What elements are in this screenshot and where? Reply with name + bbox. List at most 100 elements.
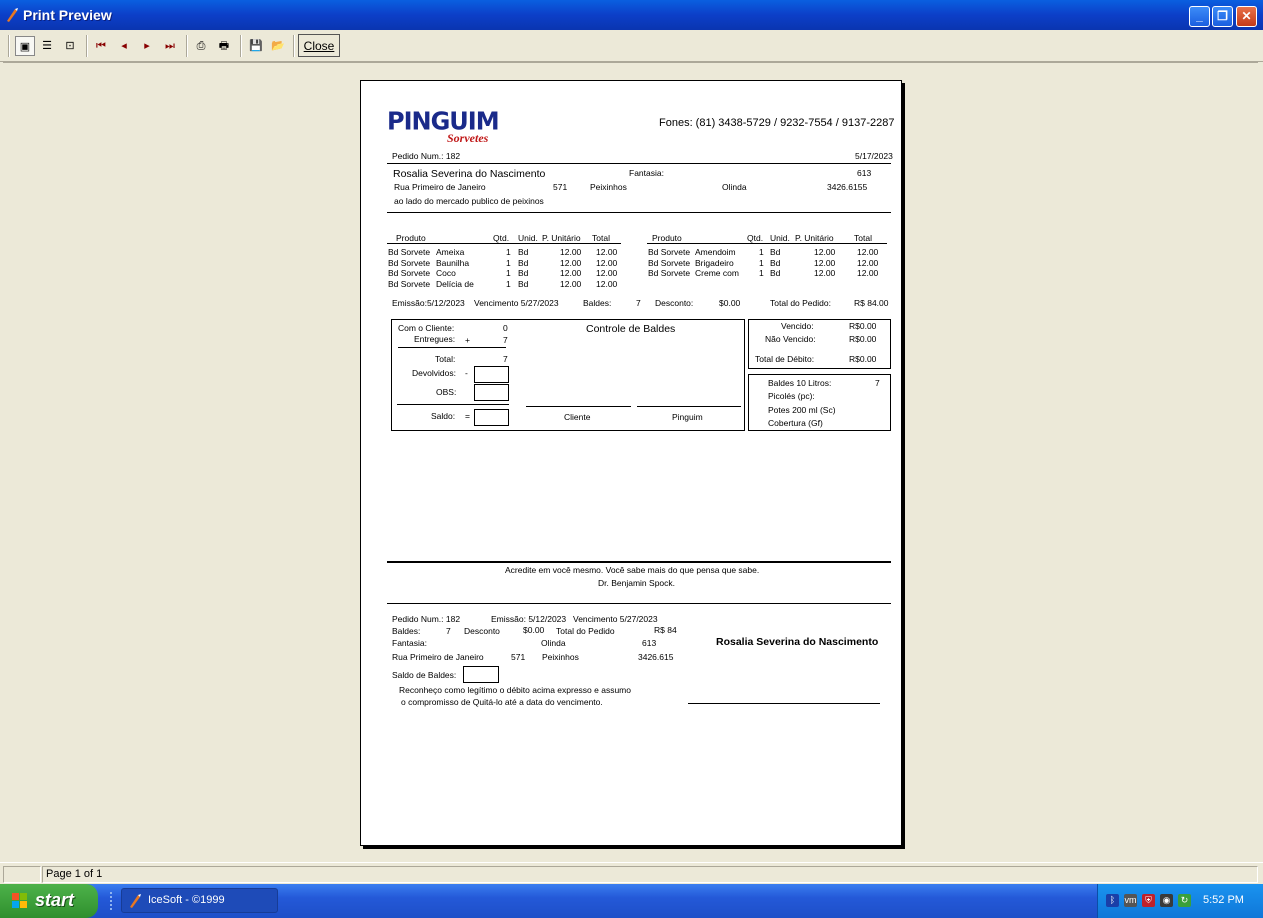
page-indicator: Page 1 of 1 <box>42 866 1258 883</box>
picoles-label: Picolés (pc): <box>768 391 815 401</box>
status-pane-blank <box>3 866 41 883</box>
cell-qtd: 1 <box>506 279 511 289</box>
print-setup-button[interactable]: ⎙ <box>191 36 211 56</box>
minimize-button[interactable]: _ <box>1189 6 1210 27</box>
quote-author: Dr. Benjamin Spock. <box>598 578 676 588</box>
total-debit-value: R$0.00 <box>849 354 877 364</box>
order-total-value: R$ 84.00 <box>854 298 889 308</box>
last-page-button[interactable]: ⏭ <box>160 36 180 56</box>
total-label: Total: <box>435 354 456 364</box>
next-page-button[interactable]: ▸ <box>137 36 157 56</box>
cell-punit: 12.00 <box>814 258 836 268</box>
col-qtd: Qtd. <box>747 233 764 243</box>
reference: ao lado do mercado publico de peixinos <box>394 196 544 206</box>
security-shield-icon[interactable]: ⛨ <box>1142 894 1155 907</box>
cell-flavor: Delícia de <box>436 279 474 289</box>
stub-baldes-value: 7 <box>446 626 451 636</box>
save-button[interactable]: 💾 <box>246 36 266 56</box>
logo-sub: Sorvetes <box>447 131 489 145</box>
stub-due: Vencimento 5/27/2023 <box>573 614 658 624</box>
plus-sign: + <box>465 335 470 345</box>
toolbar-grip <box>8 35 10 57</box>
cell-total: 12.00 <box>596 247 618 257</box>
table-row: Bd Sorvete Baunilha 1 Bd 12.00 12.00 <box>387 258 623 268</box>
client-signature-label: Cliente <box>564 412 591 422</box>
minus-sign: - <box>465 368 468 378</box>
col-punit: P. Unitário <box>795 233 834 243</box>
street-number: 571 <box>553 182 568 192</box>
start-button[interactable]: start <box>0 884 98 918</box>
whole-page-button[interactable]: ▣ <box>15 36 35 56</box>
system-tray: ᛒ vm ⛨ ◉ ↻ 5:52 PM <box>1097 884 1263 918</box>
cell-prod: Bd Sorvete <box>388 258 431 268</box>
table-row: Bd Sorvete Delícia de 1 Bd 12.00 12.00 <box>387 279 623 289</box>
client-signature-line <box>526 406 631 407</box>
cell-flavor: Baunilha <box>436 258 470 268</box>
restore-button[interactable]: ❐ <box>1212 6 1233 27</box>
stub-baldes-label: Baldes: <box>392 626 421 636</box>
open-button[interactable]: 📂 <box>268 36 288 56</box>
cell-qtd: 1 <box>759 258 764 268</box>
col-total: Total <box>854 233 872 243</box>
bluetooth-icon[interactable]: ᛒ <box>1106 894 1119 907</box>
zoom-icon: ⊡ <box>65 40 75 52</box>
divider <box>387 603 891 604</box>
floppy-disk-icon: 💾 <box>249 40 263 52</box>
cell-total: 12.00 <box>857 268 879 278</box>
baldes-10l-value: 7 <box>875 378 880 388</box>
close-window-button[interactable]: ✕ <box>1236 6 1257 27</box>
col-punit: P. Unitário <box>542 233 581 243</box>
obs-label: OBS: <box>436 387 457 397</box>
close-button[interactable]: Close <box>298 34 340 57</box>
vmware-icon[interactable]: vm <box>1124 894 1137 907</box>
cell-unid: Bd <box>518 268 529 278</box>
entregues-label: Entregues: <box>414 334 456 344</box>
taskbar-item-icesoft[interactable]: IceSoft - ©1999 <box>121 888 278 913</box>
stub-signature-line <box>688 703 880 704</box>
emission-date: Emissão:5/12/2023 <box>392 298 465 308</box>
print-preview-window: Print Preview _ ❐ ✕ ▣ ☰ ⊡ ⏮ ◂ ▸ ⏭ ⎙ 🖶 💾 … <box>0 0 1263 884</box>
first-page-icon: ⏮ <box>96 40 106 52</box>
restore-icon: ❐ <box>1217 9 1228 23</box>
clock: 5:52 PM <box>1203 894 1244 906</box>
update-icon[interactable]: ↻ <box>1178 894 1191 907</box>
potes-label: Potes 200 ml (Sc) <box>768 405 836 415</box>
saldo-label: Saldo: <box>431 411 456 421</box>
pinguim-signature-label: Pinguim <box>672 412 703 422</box>
cobertura-label: Cobertura (Gf) <box>768 418 823 428</box>
com-cliente-label: Com o Cliente: <box>398 323 455 333</box>
status-bar: Page 1 of 1 <box>0 862 1263 884</box>
total-value: 7 <box>503 354 508 364</box>
cell-punit: 12.00 <box>560 279 582 289</box>
cell-prod: Bd Sorvete <box>648 247 691 257</box>
customer-code: 613 <box>857 168 872 178</box>
first-page-button[interactable]: ⏮ <box>91 36 111 56</box>
previous-icon: ◂ <box>121 40 127 52</box>
saldo-field <box>474 409 509 426</box>
title-bar[interactable]: Print Preview _ ❐ ✕ <box>0 0 1263 30</box>
stub-discount-value: $0.00 <box>523 625 545 635</box>
customer-name: Rosalia Severina do Nascimento <box>393 168 546 180</box>
toolbar-separator <box>240 35 242 57</box>
cell-qtd: 1 <box>506 258 511 268</box>
stub-fantasia: Fantasia: <box>392 638 427 648</box>
nao-vencido-value: R$0.00 <box>849 334 877 344</box>
cell-flavor: Coco <box>436 268 456 278</box>
divider <box>647 243 887 244</box>
zoom-100-button[interactable]: ⊡ <box>60 36 80 56</box>
baldes-10l-label: Baldes 10 Litros: <box>768 378 832 388</box>
cell-prod: Bd Sorvete <box>648 268 691 278</box>
devolvidos-field <box>474 366 509 383</box>
cell-prod: Bd Sorvete <box>388 247 431 257</box>
cell-prod: Bd Sorvete <box>388 268 431 278</box>
network-icon[interactable]: ◉ <box>1160 894 1173 907</box>
previous-page-button[interactable]: ◂ <box>114 36 134 56</box>
stub-city: Olinda <box>541 638 566 648</box>
page-width-button[interactable]: ☰ <box>37 36 57 56</box>
baldes-value: 7 <box>636 298 641 308</box>
last-page-icon: ⏭ <box>165 40 175 52</box>
divider <box>387 243 621 244</box>
print-button[interactable]: 🖶 <box>214 36 234 56</box>
col-produto: Produto <box>396 233 426 243</box>
stub-discount-label: Desconto <box>464 626 500 636</box>
